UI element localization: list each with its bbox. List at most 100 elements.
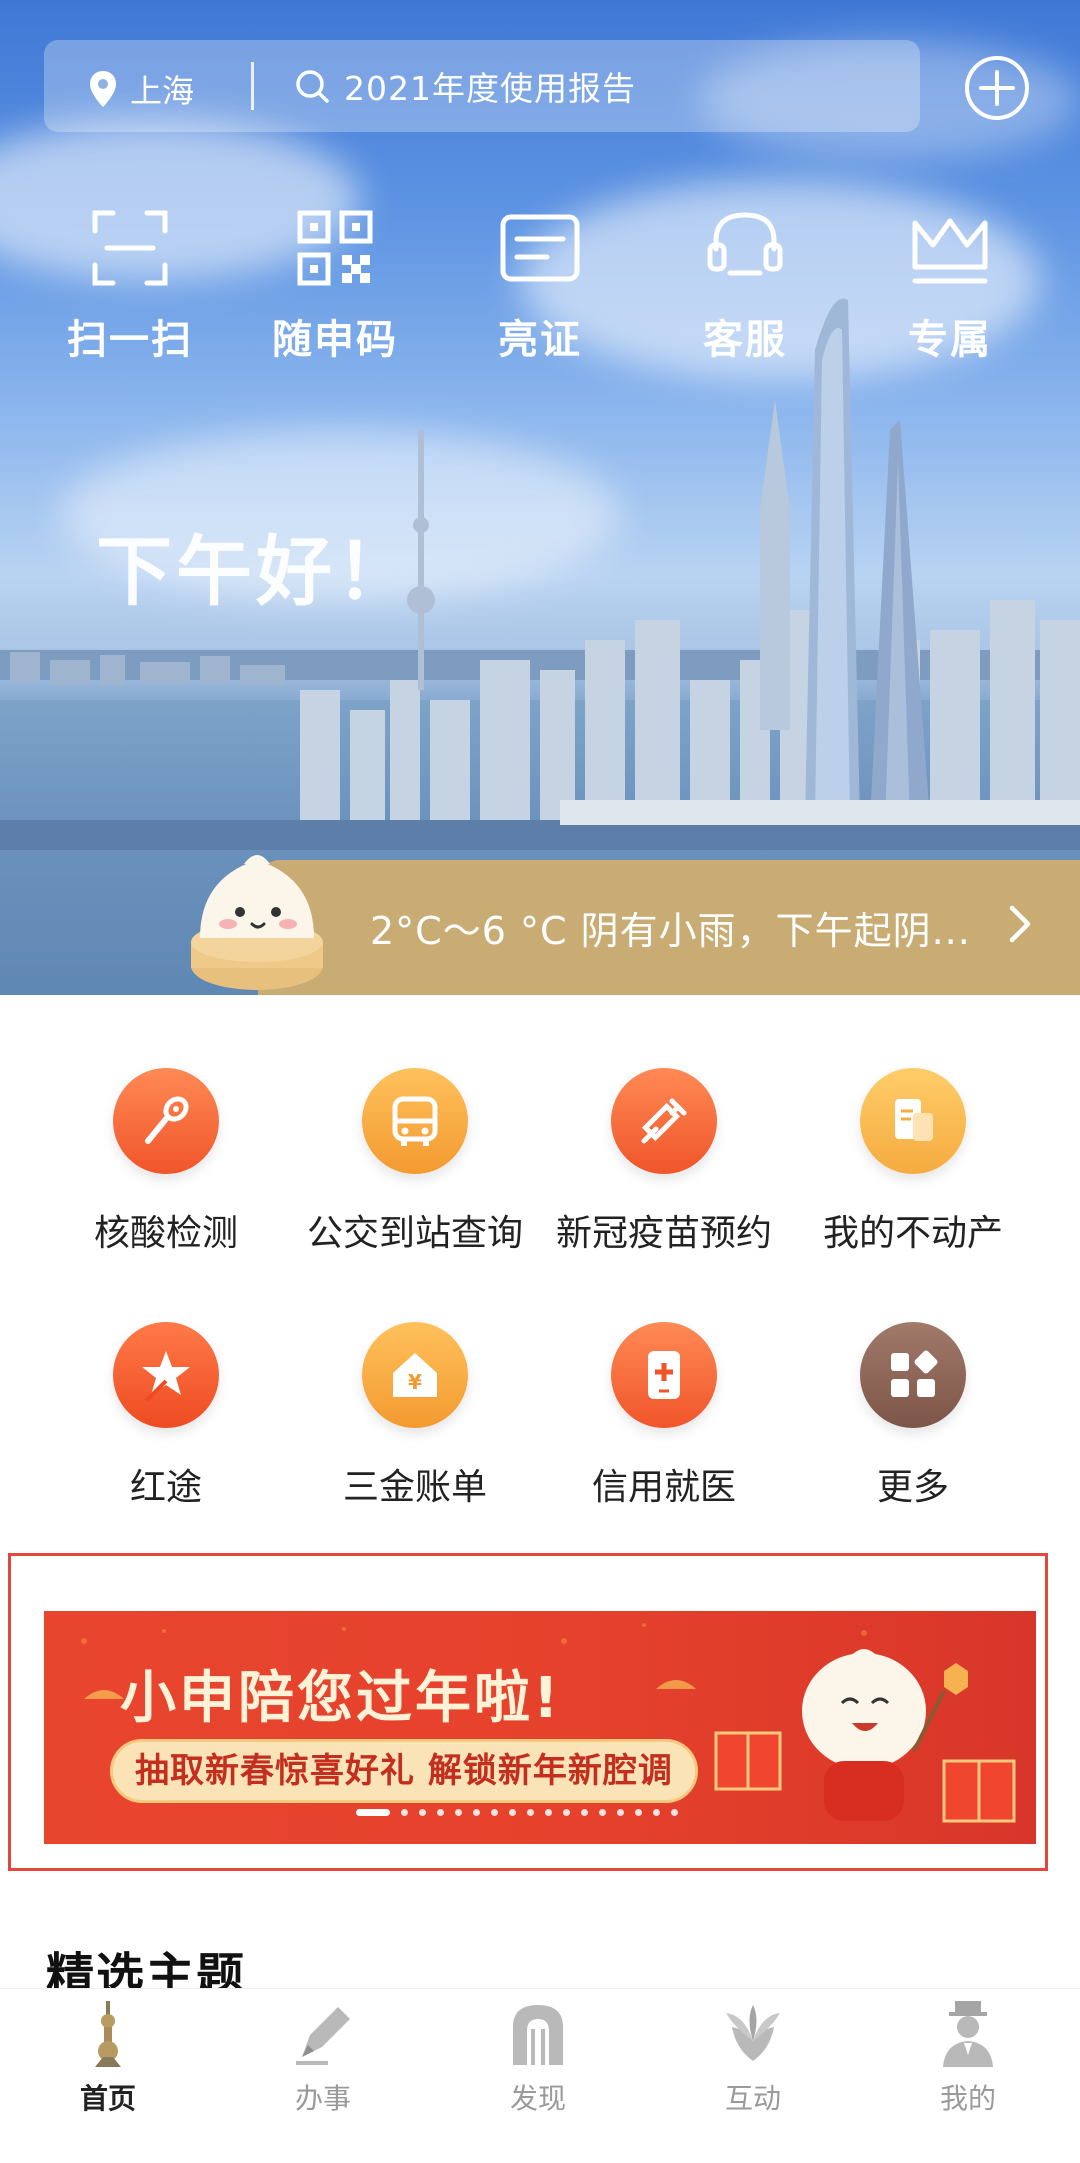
carousel-dot[interactable] xyxy=(563,1809,570,1816)
carousel-dot[interactable] xyxy=(581,1809,588,1816)
svg-text:¥: ¥ xyxy=(408,1370,422,1394)
pen-icon xyxy=(296,2007,350,2065)
red-star-icon xyxy=(142,1351,190,1403)
carousel-dot[interactable] xyxy=(455,1809,462,1816)
location-label: 上海 xyxy=(130,72,195,110)
tab-label: 我的 xyxy=(939,2082,996,2115)
banner-subtitle: 抽取新春惊喜好礼 解锁新年新腔调 xyxy=(110,1739,698,1803)
quick-action-id-card[interactable]: 亮证 xyxy=(455,205,625,365)
promo-banner[interactable]: 小申陪您过年啦! 抽取新春惊喜好礼 解锁新年新腔调 xyxy=(44,1611,1036,1844)
divider xyxy=(251,62,254,110)
weather-bar[interactable]: 2°C～6 °C 阴有小雨，下午起阴... xyxy=(258,860,1080,995)
service-icon-circle xyxy=(611,1322,717,1428)
chevron-right-icon xyxy=(1009,905,1031,943)
service-label: 更多 xyxy=(876,1467,949,1508)
service-credit-medical[interactable]: 信用就医 xyxy=(539,1322,789,1510)
scan-icon xyxy=(92,210,168,286)
property-doc-icon xyxy=(895,1099,933,1141)
qr-code-icon xyxy=(297,210,373,286)
quick-action-service[interactable]: 客服 xyxy=(660,205,830,365)
quick-action-label: 扫一扫 xyxy=(67,317,193,363)
hero-banner: 上海 2021年度使用报告 扫一扫 随申码 亮证 客服 专属 下午好！ 2°C～… xyxy=(0,0,1080,995)
location-selector[interactable]: 上海 xyxy=(88,66,194,112)
carousel-dot[interactable] xyxy=(599,1809,606,1816)
search-placeholder: 2021年度使用报告 xyxy=(344,69,636,108)
service-label: 三金账单 xyxy=(342,1467,487,1508)
quick-action-exclusive[interactable]: 专属 xyxy=(865,205,1035,365)
more-apps-icon xyxy=(891,1350,938,1397)
carousel-dot[interactable] xyxy=(491,1809,498,1816)
service-icon-circle xyxy=(860,1068,966,1174)
arch-icon xyxy=(513,2005,563,2065)
service-more[interactable]: 更多 xyxy=(788,1322,1038,1510)
tab-label: 互动 xyxy=(724,2082,781,2115)
carousel-dot[interactable] xyxy=(437,1809,444,1816)
service-bus-arrival[interactable]: 公交到站查询 xyxy=(290,1068,540,1256)
carousel-dot[interactable] xyxy=(473,1809,480,1816)
medical-phone-icon xyxy=(648,1351,680,1399)
quick-action-label: 客服 xyxy=(703,317,787,363)
tab-label: 首页 xyxy=(79,2082,136,2115)
dumpling-mascot-icon xyxy=(191,855,323,990)
tab-label: 发现 xyxy=(509,2082,566,2115)
banner-title: 小申陪您过年啦! xyxy=(120,1666,562,1731)
carousel-dot[interactable] xyxy=(653,1809,660,1816)
tab-discover[interactable]: 发现 xyxy=(468,1999,608,2117)
service-label: 新冠疫苗预约 xyxy=(555,1213,772,1254)
tab-label: 办事 xyxy=(294,2082,351,2115)
carousel-dot[interactable] xyxy=(527,1809,534,1816)
carousel-dot[interactable] xyxy=(419,1809,426,1816)
tab-profile[interactable]: 我的 xyxy=(898,1999,1038,2117)
search-input[interactable]: 2021年度使用报告 xyxy=(294,62,636,110)
tab-home[interactable]: 首页 xyxy=(38,1999,178,2117)
id-card-icon xyxy=(500,214,580,282)
bus-icon xyxy=(392,1096,438,1146)
quick-action-label: 专属 xyxy=(908,317,992,363)
flower-icon xyxy=(726,2005,780,2061)
tab-interact[interactable]: 互动 xyxy=(683,1999,823,2117)
swab-test-icon xyxy=(145,1096,189,1144)
service-icon-circle xyxy=(860,1322,966,1428)
service-label: 信用就医 xyxy=(591,1467,736,1508)
service-icon-circle: ¥ xyxy=(362,1322,468,1428)
service-icon-circle xyxy=(113,1068,219,1174)
quick-action-label: 亮证 xyxy=(498,317,582,363)
search-icon xyxy=(296,70,329,103)
quick-action-qr-code[interactable]: 随申码 xyxy=(250,205,420,365)
service-fund-bill[interactable]: ¥ 三金账单 xyxy=(290,1322,540,1510)
crown-icon xyxy=(912,218,988,284)
service-red-journey[interactable]: 红途 xyxy=(41,1322,291,1510)
service-label: 核酸检测 xyxy=(93,1213,238,1254)
fund-house-icon: ¥ xyxy=(393,1353,437,1397)
quick-action-scan[interactable]: 扫一扫 xyxy=(45,205,215,365)
home-tower-icon xyxy=(95,2001,121,2067)
profile-icon xyxy=(943,2001,993,2067)
service-icon-circle xyxy=(362,1068,468,1174)
carousel-dot[interactable] xyxy=(545,1809,552,1816)
service-icon-circle xyxy=(611,1068,717,1174)
quick-action-label: 随申码 xyxy=(272,317,398,363)
syringe-icon xyxy=(641,1098,687,1144)
service-label: 公交到站查询 xyxy=(306,1213,523,1254)
carousel-dot[interactable] xyxy=(671,1809,678,1816)
service-nucleic-test[interactable]: 核酸检测 xyxy=(41,1068,291,1256)
top-search-bar: 上海 2021年度使用报告 xyxy=(44,40,920,132)
service-label: 我的不动产 xyxy=(822,1213,1003,1254)
service-icon-circle xyxy=(113,1322,219,1428)
carousel-dot-active[interactable] xyxy=(356,1809,390,1816)
weather-text: 2°C～6 °C 阴有小雨，下午起阴... xyxy=(370,909,971,953)
add-plus-icon[interactable] xyxy=(963,54,1031,122)
location-pin-icon xyxy=(90,71,116,107)
carousel-dot[interactable] xyxy=(401,1809,408,1816)
carousel-dot[interactable] xyxy=(617,1809,624,1816)
carousel-indicator xyxy=(356,1809,689,1816)
tab-services[interactable]: 办事 xyxy=(253,1999,393,2117)
bottom-tab-bar: 首页 办事 发现 互动 我的 xyxy=(0,1988,1080,2163)
greeting-text: 下午好！ xyxy=(96,527,416,616)
service-my-property[interactable]: 我的不动产 xyxy=(788,1068,1038,1256)
service-label: 红途 xyxy=(129,1467,202,1508)
carousel-dot[interactable] xyxy=(635,1809,642,1816)
headset-icon xyxy=(707,212,783,276)
carousel-dot[interactable] xyxy=(509,1809,516,1816)
service-vaccine-booking[interactable]: 新冠疫苗预约 xyxy=(539,1068,789,1256)
